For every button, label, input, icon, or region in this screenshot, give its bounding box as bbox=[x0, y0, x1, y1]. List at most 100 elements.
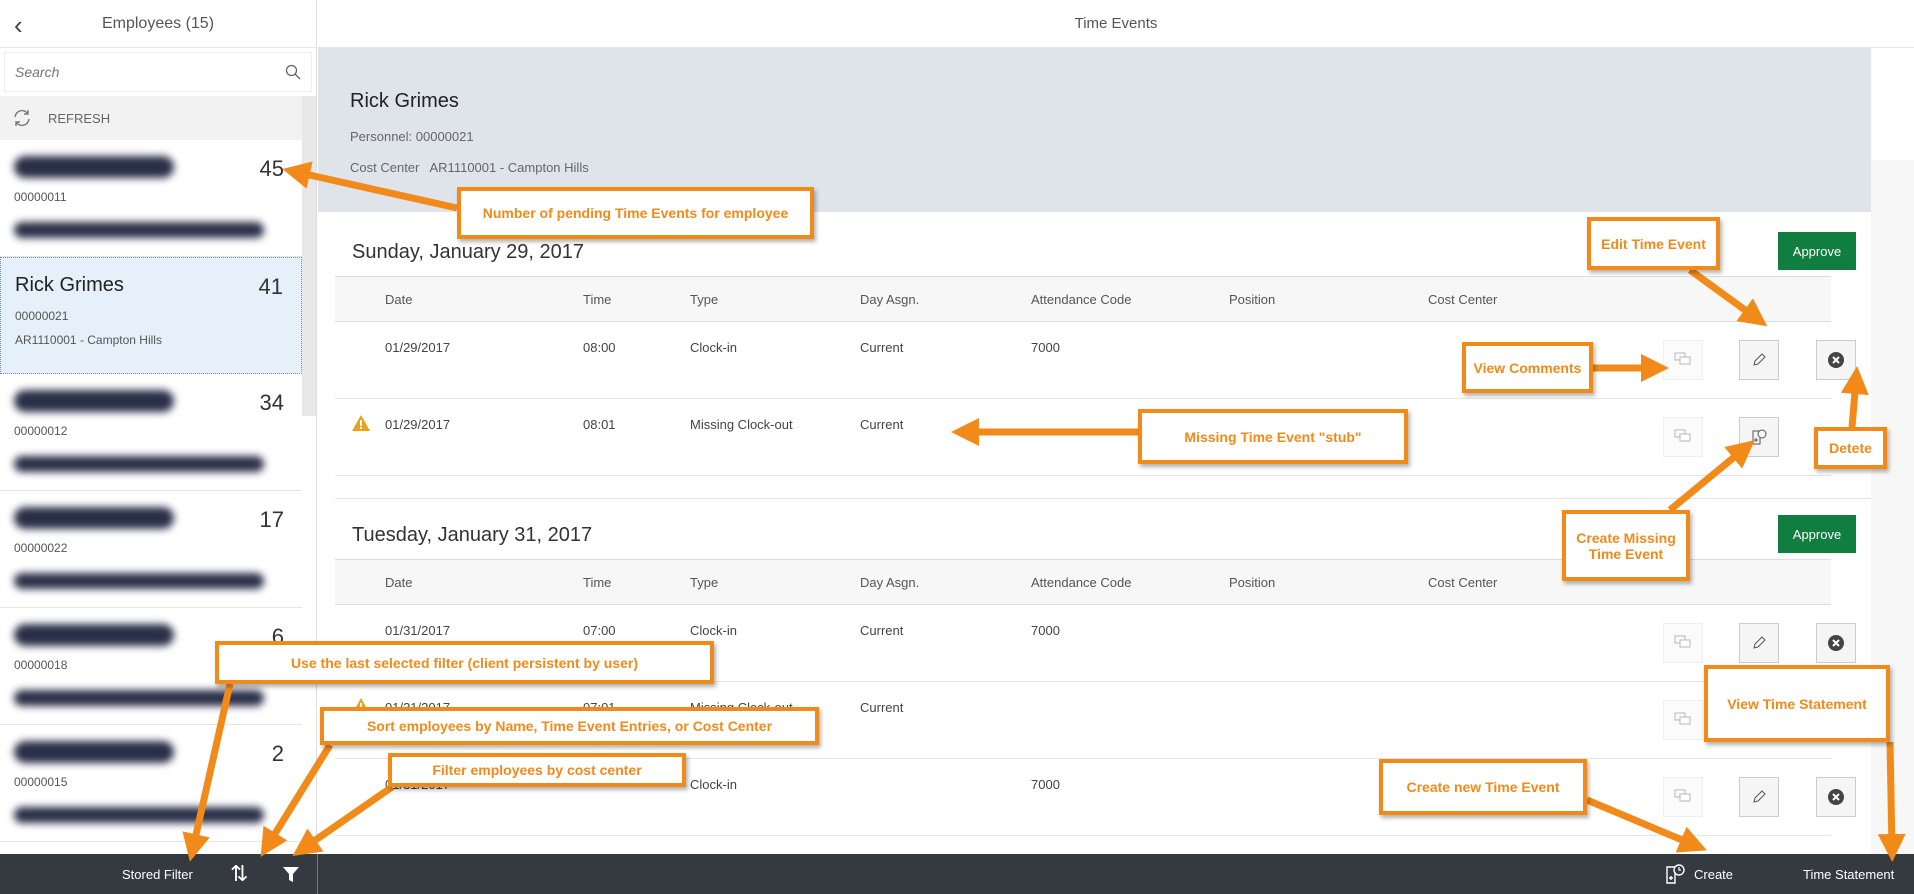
view-comments-button[interactable] bbox=[1663, 417, 1703, 457]
refresh-label: REFRESH bbox=[48, 110, 111, 126]
cell-date: 01/29/2017 bbox=[385, 340, 451, 355]
pending-count: 2 bbox=[271, 741, 284, 766]
delete-button[interactable] bbox=[1816, 340, 1856, 380]
employee-name: Rick Grimes bbox=[350, 90, 459, 112]
view-comments-button[interactable] bbox=[1663, 340, 1703, 380]
search-input[interactable] bbox=[15, 64, 285, 80]
cell-time: 08:01 bbox=[583, 417, 616, 432]
view-comments-button[interactable] bbox=[1663, 623, 1703, 663]
table-row: 01/29/2017 08:01 Missing Clock-out Current bbox=[335, 399, 1831, 476]
stored-filter-button[interactable]: Stored Filter bbox=[122, 854, 193, 894]
comments-icon bbox=[1674, 352, 1691, 365]
edit-button[interactable] bbox=[1739, 777, 1779, 817]
close-circle-icon bbox=[1828, 352, 1844, 368]
view-comments-button[interactable] bbox=[1663, 777, 1703, 817]
redacted-cost-center bbox=[14, 807, 264, 823]
filter-button[interactable] bbox=[282, 854, 300, 894]
cell-att: 7000 bbox=[1031, 623, 1060, 638]
pending-count: 34 bbox=[259, 390, 284, 415]
list-header: ‹ Employees (15) bbox=[0, 0, 316, 48]
cell-type: Missing Clock-out bbox=[690, 417, 793, 432]
column-header: Cost Center bbox=[1428, 292, 1498, 307]
employee-name: Rick Grimes bbox=[15, 274, 124, 296]
create-time-event-icon bbox=[1752, 429, 1767, 445]
personnel-number: 00000021 bbox=[15, 309, 69, 323]
view-comments-button[interactable] bbox=[1663, 700, 1703, 740]
redacted-name bbox=[14, 624, 174, 646]
personnel-number: 00000015 bbox=[14, 775, 68, 789]
create-button[interactable]: Create bbox=[1664, 854, 1733, 894]
redacted-cost-center bbox=[14, 456, 264, 472]
sort-icon: ⇅ bbox=[230, 861, 249, 886]
annotation-callout: Create Missing Time Event bbox=[1562, 510, 1690, 581]
column-header: Date bbox=[385, 575, 413, 590]
annotation-callout: Sort employees by Name, Time Event Entri… bbox=[320, 707, 819, 745]
pending-count: 45 bbox=[259, 156, 284, 181]
redacted-cost-center bbox=[14, 222, 264, 238]
approve-button[interactable]: Approve bbox=[1778, 515, 1856, 553]
time-statement-button[interactable]: Time Statement bbox=[1803, 854, 1894, 894]
annotation-callout: Use the last selected filter (client per… bbox=[215, 641, 714, 684]
employee-list-panel: ‹ Employees (15) REFRESH 45 00000011 Rick … bbox=[0, 0, 317, 854]
search-icon[interactable] bbox=[285, 64, 301, 80]
divider bbox=[317, 854, 318, 894]
edit-button[interactable] bbox=[1739, 340, 1779, 380]
close-circle-icon bbox=[1828, 635, 1844, 651]
cell-type: Clock-in bbox=[690, 623, 737, 638]
comments-icon bbox=[1674, 789, 1691, 802]
employee-list-item[interactable]: 45 00000011 bbox=[0, 140, 302, 257]
column-header: Time bbox=[583, 575, 612, 590]
employee-list-item[interactable]: 2 00000015 bbox=[0, 725, 302, 842]
annotation-callout: Missing Time Event "stub" bbox=[1138, 409, 1408, 464]
cell-time: 08:00 bbox=[583, 340, 616, 355]
employee-list-item[interactable]: Rick Grimes 41 00000021 AR1110001 - Campton… bbox=[0, 257, 302, 374]
delete-button[interactable] bbox=[1816, 623, 1856, 663]
comments-icon bbox=[1674, 635, 1691, 648]
cell-day: Current bbox=[860, 417, 904, 432]
pencil-icon bbox=[1753, 636, 1766, 649]
cell-day: Current bbox=[860, 700, 904, 715]
column-header: Attendance Code bbox=[1031, 292, 1132, 307]
footer-toolbar: Stored Filter ⇅ Create Time Statement bbox=[0, 854, 1914, 894]
redacted-cost-center bbox=[14, 690, 264, 706]
time-statement-label: Time Statement bbox=[1803, 866, 1895, 882]
cost-center-value: AR1110001 - Campton Hills bbox=[429, 160, 589, 175]
pencil-icon bbox=[1753, 353, 1766, 366]
redacted-name bbox=[14, 507, 174, 529]
filter-icon bbox=[283, 867, 299, 882]
column-header: Type bbox=[690, 575, 719, 590]
pending-count: 41 bbox=[258, 274, 283, 299]
annotation-callout: Detete bbox=[1814, 427, 1887, 469]
redacted-cost-center bbox=[14, 573, 264, 589]
back-icon[interactable]: ‹ bbox=[14, 10, 23, 41]
delete-button[interactable] bbox=[1816, 777, 1856, 817]
redacted-name bbox=[14, 156, 174, 178]
column-header: Attendance Code bbox=[1031, 575, 1132, 590]
list-scrollbar[interactable] bbox=[302, 96, 316, 416]
cell-type: Clock-in bbox=[690, 777, 737, 792]
cell-day: Current bbox=[860, 340, 904, 355]
annotation-callout: Edit Time Event bbox=[1587, 217, 1720, 270]
annotation-callout: Filter employees by cost center bbox=[388, 753, 686, 787]
employee-list-item[interactable]: 34 00000012 bbox=[0, 374, 302, 491]
personnel-number: Personnel: 00000021 bbox=[350, 129, 474, 144]
comments-icon bbox=[1674, 712, 1691, 725]
column-header: Position bbox=[1229, 292, 1276, 307]
cell-day: Current bbox=[860, 623, 904, 638]
table-header: Date Time Type Day Asgn. Attendance Code Posi… bbox=[335, 276, 1831, 322]
sort-button[interactable]: ⇅ bbox=[230, 854, 248, 894]
column-header: Date bbox=[385, 292, 413, 307]
stored-filter-label: Stored Filter bbox=[122, 866, 193, 882]
personnel-number: 00000022 bbox=[14, 541, 68, 555]
search-field[interactable] bbox=[4, 52, 312, 92]
content-scrollbar[interactable] bbox=[1871, 160, 1914, 854]
pencil-icon bbox=[1753, 790, 1766, 803]
table-row: 01/29/2017 08:00 Clock-in Current 7000 bbox=[335, 322, 1856, 399]
cell-att: 7000 bbox=[1031, 340, 1060, 355]
approve-button[interactable]: Approve bbox=[1778, 232, 1856, 270]
refresh-button[interactable]: REFRESH bbox=[0, 96, 302, 140]
cell-time: 07:00 bbox=[583, 623, 616, 638]
create-missing-event-button[interactable] bbox=[1739, 417, 1779, 457]
employee-list-item[interactable]: 17 00000022 bbox=[0, 491, 302, 608]
edit-button[interactable] bbox=[1739, 623, 1779, 663]
